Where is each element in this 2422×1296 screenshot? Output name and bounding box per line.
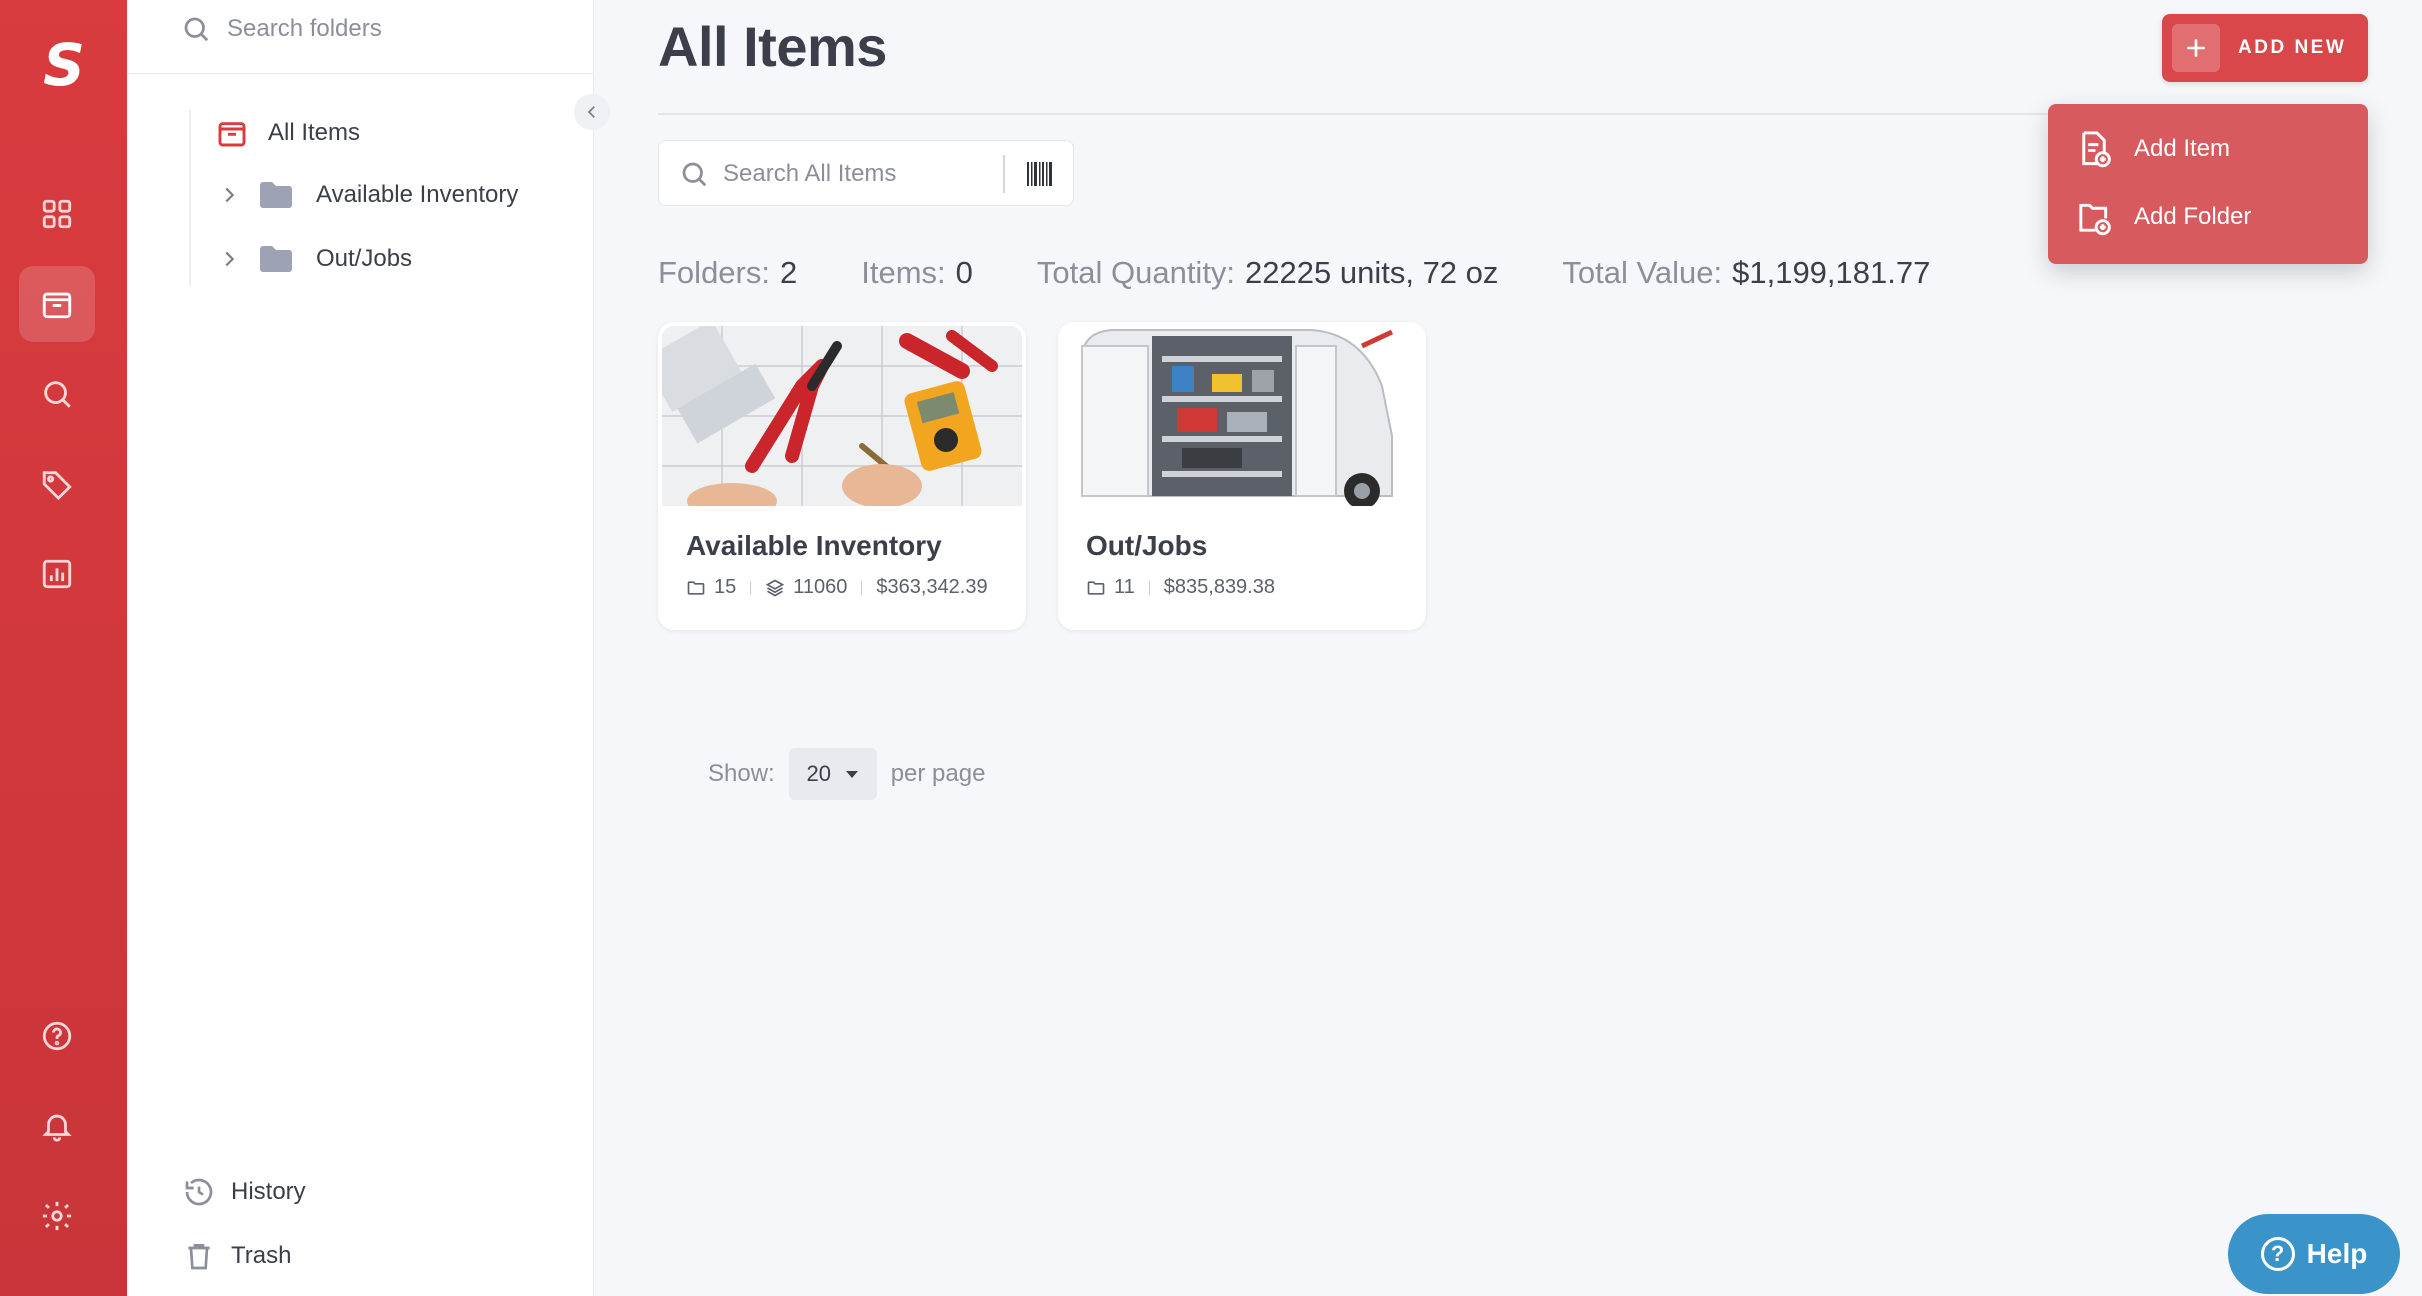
chevron-left-icon bbox=[587, 106, 595, 118]
help-label: Help bbox=[2306, 1238, 2368, 1269]
items-icon bbox=[218, 122, 246, 147]
trash-icon bbox=[188, 1244, 210, 1270]
nav-reports[interactable] bbox=[19, 536, 95, 612]
help-button[interactable]: ? Help bbox=[2228, 1214, 2400, 1294]
bell-icon bbox=[42, 1114, 72, 1142]
folder-search-input[interactable] bbox=[227, 12, 557, 46]
van-photo bbox=[1062, 326, 1422, 506]
history-label: History bbox=[231, 1178, 306, 1205]
page-title: All Items bbox=[658, 15, 887, 78]
search-icon bbox=[184, 17, 209, 42]
per-page-value: 20 bbox=[806, 761, 831, 786]
stat-value: 2 bbox=[779, 255, 798, 290]
reports-icon bbox=[42, 559, 72, 589]
nav-help[interactable] bbox=[19, 998, 95, 1074]
card-value: $363,342.39 bbox=[876, 576, 988, 598]
tree-item-label: Available Inventory bbox=[316, 181, 519, 208]
plus-icon bbox=[2172, 24, 2220, 72]
add-folder-icon bbox=[2079, 203, 2111, 236]
stat-label: Total Quantity: bbox=[1036, 255, 1236, 290]
menu-item-add-item[interactable]: Add Item bbox=[2076, 130, 2230, 168]
stat-label: Total Value: bbox=[1562, 255, 1723, 290]
collapse-panel-button[interactable] bbox=[574, 94, 610, 130]
stat-value: $1,199,181.77 bbox=[1732, 255, 1931, 290]
nav-tags[interactable] bbox=[19, 446, 95, 522]
stat-total-value: Total Value: $1,199,181.77 bbox=[1562, 255, 1930, 291]
chevron-right-icon[interactable] bbox=[218, 184, 240, 206]
card-quantity: 11060 bbox=[793, 576, 848, 598]
barcode-scan-icon[interactable] bbox=[1025, 159, 1055, 189]
add-item-icon bbox=[2082, 131, 2111, 168]
history-icon bbox=[185, 1178, 213, 1206]
chevron-right-icon[interactable] bbox=[218, 248, 240, 270]
tree-item-label: Out/Jobs bbox=[316, 245, 413, 272]
nav-search[interactable] bbox=[19, 356, 95, 432]
stat-value: 22225 units, 72 oz bbox=[1245, 255, 1499, 290]
stat-folders: Folders: 2 bbox=[658, 255, 797, 291]
add-new-button[interactable]: ADD NEW bbox=[2162, 14, 2368, 82]
show-label: Show: bbox=[708, 760, 775, 787]
folder-card-out-jobs[interactable]: Out/Jobs 11 $835,839.38 bbox=[1058, 322, 1426, 630]
items-icon bbox=[42, 292, 72, 319]
tree-item-all-items[interactable]: All Items bbox=[216, 117, 360, 149]
trash-label: Trash bbox=[231, 1242, 292, 1269]
card-title: Out/Jobs bbox=[1086, 530, 1208, 561]
per-page-label: per page bbox=[890, 760, 986, 787]
folder-card-available-inventory[interactable]: Available Inventory 15 11060 $363,342.39 bbox=[658, 322, 1026, 630]
tools-photo bbox=[662, 326, 1022, 506]
card-value: $835,839.38 bbox=[1163, 576, 1275, 598]
items-search-input[interactable] bbox=[723, 157, 1023, 191]
stat-label: Items: bbox=[861, 255, 946, 290]
stat-total-quantity: Total Quantity: 22225 units, 72 oz bbox=[1037, 255, 1499, 291]
stat-label: Folders: bbox=[658, 255, 770, 290]
card-folder-count: 15 bbox=[714, 576, 737, 598]
meta-separator bbox=[750, 580, 752, 595]
search-icon bbox=[682, 162, 707, 187]
gear-icon bbox=[42, 1201, 72, 1231]
help-circle-icon bbox=[42, 1021, 72, 1051]
folder-outline-icon bbox=[687, 580, 705, 595]
search-icon bbox=[44, 381, 71, 408]
trash-link[interactable]: Trash bbox=[183, 1240, 291, 1272]
stat-value: 0 bbox=[955, 255, 973, 290]
card-folder-count: 11 bbox=[1114, 576, 1135, 598]
meta-separator bbox=[1148, 580, 1150, 595]
tree-guide-line bbox=[189, 110, 191, 286]
card-title: Available Inventory bbox=[686, 530, 942, 561]
question-icon: ? bbox=[2260, 1237, 2295, 1271]
stat-items: Items: 0 bbox=[861, 255, 973, 291]
nav-rail: S bbox=[0, 0, 127, 1296]
history-link[interactable]: History bbox=[183, 1176, 306, 1208]
caret-down-icon bbox=[845, 771, 858, 778]
card-meta: 11 $835,839.38 bbox=[1086, 576, 1275, 599]
menu-item-add-folder[interactable]: Add Folder bbox=[2076, 198, 2251, 236]
folder-outline-icon bbox=[1087, 580, 1105, 595]
add-new-menu: Add Item Add Folder bbox=[2048, 104, 2368, 264]
folder-search bbox=[127, 0, 594, 74]
app-logo[interactable]: S bbox=[36, 34, 92, 96]
dashboard-icon bbox=[42, 199, 72, 229]
menu-item-label: Add Folder bbox=[2134, 203, 2252, 230]
meta-separator bbox=[861, 580, 863, 595]
tree-item-label: All Items bbox=[268, 119, 361, 146]
items-search bbox=[658, 140, 1074, 206]
pagination-controls: Show: 20 per page bbox=[708, 748, 985, 800]
tree-item-out-jobs[interactable]: Out/Jobs bbox=[218, 244, 412, 274]
menu-item-label: Add Item bbox=[2134, 135, 2231, 162]
add-new-label: ADD NEW bbox=[2238, 37, 2347, 58]
per-page-select[interactable]: 20 bbox=[788, 748, 877, 800]
folder-icon bbox=[260, 182, 292, 208]
summary-stats: Folders: 2 Items: 0 Total Quantity: 22225 u… bbox=[658, 255, 1930, 291]
nav-settings[interactable] bbox=[19, 1178, 95, 1254]
tree-item-available-inventory[interactable]: Available Inventory bbox=[218, 180, 518, 210]
folder-icon bbox=[260, 246, 292, 272]
nav-notifications[interactable] bbox=[19, 1088, 95, 1164]
layers-icon bbox=[766, 579, 785, 596]
card-meta: 15 11060 $363,342.39 bbox=[686, 576, 988, 599]
nav-items[interactable] bbox=[19, 266, 95, 342]
tags-icon bbox=[42, 471, 72, 501]
search-divider bbox=[1003, 155, 1005, 193]
nav-dashboard[interactable] bbox=[19, 176, 95, 252]
